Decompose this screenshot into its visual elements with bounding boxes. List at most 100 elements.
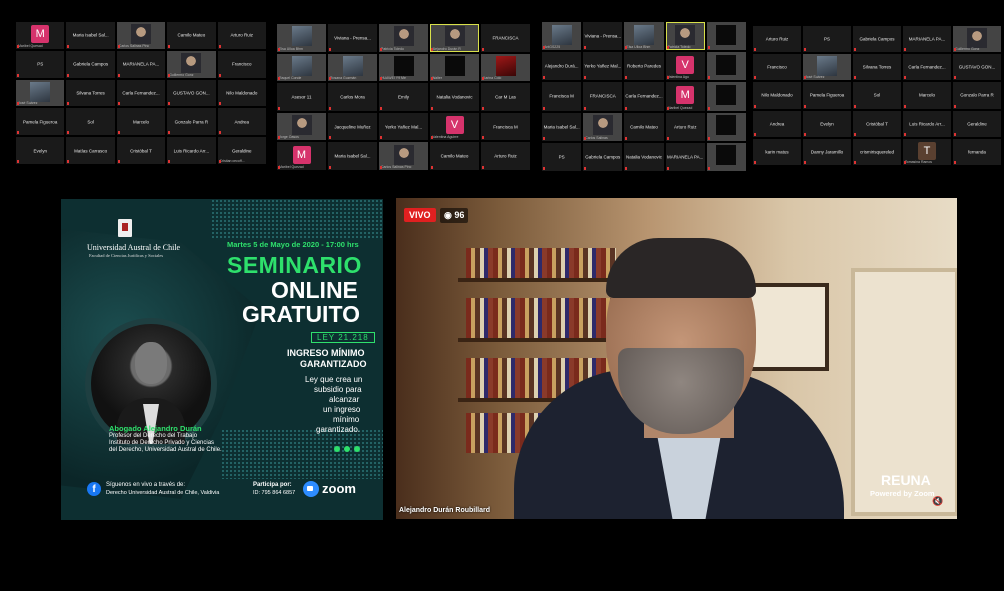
participant-tile[interactable]: Natalia Vodanovic bbox=[430, 83, 479, 111]
participant-tile[interactable]: Gabriela Campos bbox=[853, 26, 901, 53]
participant-tile[interactable]: Cristóbal T bbox=[116, 137, 166, 164]
participant-tile[interactable]: Camilo Mateo bbox=[167, 22, 216, 49]
participant-tile[interactable]: Alejandro Durán R bbox=[430, 24, 479, 52]
participant-tile[interactable]: Francisco bbox=[217, 50, 266, 78]
participant-tile[interactable]: Pamela Figueroa bbox=[803, 82, 851, 109]
participant-tile[interactable]: Carlos Salinas bbox=[583, 112, 623, 141]
participant-tile[interactable]: Sol bbox=[853, 82, 901, 109]
participant-tile[interactable]: Evelyn bbox=[16, 137, 65, 164]
participant-tile[interactable]: Viviana - Prensa... bbox=[583, 22, 623, 51]
participant-tile[interactable]: Elsa Ulloa Bhm bbox=[624, 22, 664, 51]
participant-tile[interactable]: GUSTAVO GON... bbox=[167, 79, 216, 107]
participant-tile[interactable]: Francisca M bbox=[481, 112, 530, 141]
participant-tile[interactable]: Carlos Salinas Pinc bbox=[379, 142, 428, 170]
participant-tile[interactable]: Arturo Ruiz bbox=[753, 26, 801, 53]
participant-tile[interactable]: Arturo Ruiz bbox=[217, 22, 266, 49]
participant-tile[interactable]: T Tomasina Ramos bbox=[903, 138, 951, 165]
participant-tile[interactable]: Gonzalo Parra R bbox=[167, 108, 216, 136]
participant-tile[interactable]: Camilo Mateo bbox=[430, 142, 479, 170]
participant-tile[interactable]: MARIANELA PA... bbox=[903, 26, 951, 53]
participant-tile[interactable]: Asesor 11 bbox=[277, 83, 326, 111]
participant-tile[interactable]: Alejandro Durá... bbox=[542, 52, 582, 81]
participant-tile[interactable]: Maria Isabel Sal... bbox=[66, 22, 115, 49]
participant-tile[interactable]: Arturo Ruiz bbox=[665, 112, 705, 141]
participant-tile[interactable]: Jacqueline Muñoz bbox=[328, 112, 377, 141]
participant-tile[interactable]: Marcelo bbox=[116, 108, 166, 136]
participant-tile[interactable]: V Valentina Aguirre bbox=[430, 112, 479, 141]
participant-tile[interactable]: Matías Carrasco bbox=[66, 137, 115, 164]
participant-tile[interactable]: crismirisquereled bbox=[853, 138, 901, 165]
participant-tile[interactable]: MARIANELA PA... bbox=[116, 50, 166, 78]
participant-tile[interactable]: GUSTAVO GON... bbox=[953, 54, 1001, 81]
participant-tile[interactable]: Gabriela Campos bbox=[583, 142, 623, 171]
participant-tile[interactable]: Nilo Maldonado bbox=[217, 79, 266, 107]
participant-tile[interactable]: V Valentina Agu bbox=[665, 52, 705, 81]
participant-tile[interactable]: Emily bbox=[379, 83, 428, 111]
participant-tile[interactable]: PS bbox=[16, 50, 65, 78]
participant-tile[interactable]: AntGS225 bbox=[542, 22, 582, 51]
participant-tile[interactable]: Walter bbox=[430, 53, 479, 82]
participant-tile[interactable]: Luis Ricardo Arr... bbox=[167, 137, 216, 164]
participant-tile[interactable]: Patricia Toledo bbox=[665, 22, 705, 51]
participant-tile[interactable]: Carlos Mora bbox=[328, 83, 377, 111]
participant-tile[interactable]: Raquel Conde bbox=[277, 53, 326, 82]
participant-tile[interactable]: Patricia Toledo bbox=[379, 24, 428, 52]
participant-tile[interactable]: PS bbox=[803, 26, 851, 53]
participant-tile[interactable]: Natalia Vodanovic bbox=[624, 142, 664, 171]
participant-tile[interactable]: Yerko Yañez Mal... bbox=[583, 52, 623, 81]
participant-tile[interactable]: Gonzalo Parra R bbox=[953, 82, 1001, 109]
participant-tile[interactable]: Karina Colo bbox=[481, 53, 530, 82]
participant-tile[interactable]: Maria Isabel Sal... bbox=[542, 112, 582, 141]
participant-tile[interactable]: M Maribel Quezad bbox=[665, 82, 705, 111]
participant-tile[interactable]: Camilo Mateo bbox=[624, 112, 664, 141]
participant-tile[interactable]: Silvana Torres bbox=[66, 79, 115, 107]
participant-tile[interactable] bbox=[706, 142, 746, 171]
participant-tile[interactable] bbox=[706, 112, 746, 141]
participant-tile[interactable]: Luis Ricardo Arr... bbox=[903, 110, 951, 137]
participant-tile[interactable]: Sol bbox=[66, 108, 115, 136]
participant-tile[interactable]: Francisco bbox=[753, 54, 801, 81]
participant-tile[interactable]: Gabriela Campos bbox=[66, 50, 115, 78]
participant-tile[interactable]: Silvana Torres bbox=[853, 54, 901, 81]
participant-tile[interactable]: Andrea bbox=[217, 108, 266, 136]
participant-tile[interactable]: José Suárez bbox=[803, 54, 851, 81]
participant-tile[interactable]: Danny Jaramillo bbox=[803, 138, 851, 165]
participant-tile[interactable] bbox=[706, 22, 746, 51]
participant-tile[interactable]: Elsa Ulloa Bhm bbox=[277, 24, 326, 52]
participant-tile[interactable]: Yerko Yañez Mal... bbox=[379, 112, 428, 141]
participant-tile[interactable]: Viviana - Prensa... bbox=[328, 24, 377, 52]
participant-tile[interactable]: Evelyn bbox=[803, 110, 851, 137]
participant-tile[interactable]: karin matus bbox=[753, 138, 801, 165]
participant-tile[interactable]: Nilo Maldonado bbox=[753, 82, 801, 109]
participant-tile[interactable]: M Maribel Quesad bbox=[16, 22, 65, 49]
participant-tile[interactable]: Carla Fernandez... bbox=[903, 54, 951, 81]
participant-tile[interactable] bbox=[706, 52, 746, 81]
participant-tile[interactable]: Geraldine bbox=[953, 110, 1001, 137]
mute-icon[interactable]: 🔇 bbox=[932, 496, 943, 507]
participant-tile[interactable]: Roberto Paredes bbox=[624, 52, 664, 81]
live-video[interactable]: VIVO ◉ 96 Alejandro Durán Roubillard REU… bbox=[396, 198, 957, 519]
participant-tile[interactable]: HUAWEI Y9 Me bbox=[379, 53, 428, 82]
participant-tile[interactable]: Cristóbal T bbox=[853, 110, 901, 137]
participant-tile[interactable]: Carla Fernandez... bbox=[624, 82, 664, 111]
participant-tile[interactable] bbox=[706, 82, 746, 111]
participant-tile[interactable]: FRANCISCA bbox=[583, 82, 623, 111]
participant-tile[interactable]: Arturo Ruiz bbox=[481, 142, 530, 170]
participant-tile[interactable]: Geraldine Cristian cecoff... bbox=[217, 137, 266, 164]
participant-tile[interactable]: Pamela Figueroa bbox=[16, 108, 65, 136]
participant-tile[interactable]: Guillermo Gonz bbox=[167, 50, 216, 78]
participant-tile[interactable]: Rosana Guzmán bbox=[328, 53, 377, 82]
participant-tile[interactable]: FRANCISCA bbox=[481, 24, 530, 52]
participant-tile[interactable]: PS bbox=[542, 142, 582, 171]
participant-tile[interactable]: Carla Fernandez... bbox=[116, 79, 166, 107]
participant-tile[interactable]: Guillermo Gonz bbox=[953, 26, 1001, 53]
participant-tile[interactable]: Francisca M bbox=[542, 82, 582, 111]
participant-tile[interactable]: Marcelo bbox=[903, 82, 951, 109]
participant-tile[interactable]: M Maribel Quezad bbox=[277, 142, 326, 170]
participant-tile[interactable]: MARIANELA PA... bbox=[665, 142, 705, 171]
participant-tile[interactable]: Carlos Salinas Pinc bbox=[116, 22, 166, 49]
participant-tile[interactable]: fernanda bbox=[953, 138, 1001, 165]
participant-tile[interactable]: Maria Isabel Sal... bbox=[328, 142, 377, 170]
participant-tile[interactable]: Andrea bbox=[753, 110, 801, 137]
participant-tile[interactable]: Jorge Oasos bbox=[277, 112, 326, 141]
